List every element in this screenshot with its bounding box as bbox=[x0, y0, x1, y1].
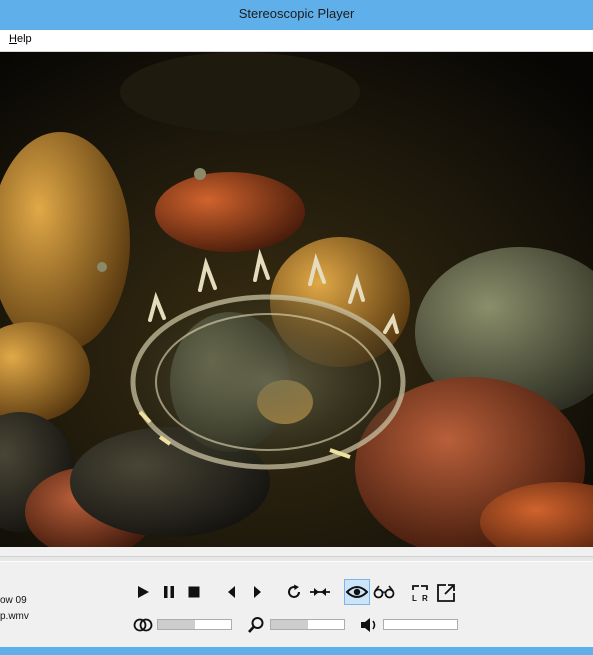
menu-bar: Help bbox=[0, 30, 593, 52]
fullscreen-button[interactable] bbox=[435, 582, 457, 604]
window-bottom-border bbox=[0, 647, 593, 655]
balance-button[interactable] bbox=[132, 616, 154, 634]
menu-help[interactable]: Help bbox=[9, 33, 32, 45]
previous-frame-button[interactable] bbox=[222, 582, 242, 602]
loop-button[interactable] bbox=[283, 582, 305, 602]
glasses-icon bbox=[373, 585, 395, 599]
svg-text:L: L bbox=[412, 594, 417, 603]
previous-frame-icon bbox=[228, 586, 235, 598]
play-button[interactable] bbox=[133, 582, 153, 602]
zoom-button[interactable] bbox=[246, 615, 266, 635]
swap-eyes-icon bbox=[310, 588, 330, 596]
media-file-name: p.wmv bbox=[0, 611, 29, 622]
volume-icon bbox=[361, 618, 376, 632]
left-right-button[interactable]: LR bbox=[409, 582, 431, 604]
volume-slider[interactable] bbox=[383, 619, 458, 630]
swap-eyes-button[interactable] bbox=[308, 582, 332, 602]
left-right-icon: LR bbox=[412, 585, 428, 603]
fullscreen-icon bbox=[437, 584, 455, 602]
window-title: Stereoscopic Player bbox=[238, 6, 355, 21]
glasses-button[interactable] bbox=[372, 582, 396, 602]
stop-icon bbox=[188, 586, 200, 598]
play-icon bbox=[138, 586, 149, 598]
balance-slider-fill bbox=[158, 620, 195, 629]
eye-icon bbox=[346, 586, 368, 598]
balance-icon bbox=[133, 618, 153, 632]
video-frame-image bbox=[0, 52, 593, 547]
menu-help-accelerator: H bbox=[9, 33, 17, 45]
zoom-slider-fill bbox=[271, 620, 308, 629]
next-frame-icon bbox=[254, 586, 261, 598]
seek-bar[interactable] bbox=[0, 556, 593, 562]
menu-help-label: elp bbox=[16, 33, 32, 45]
media-info: ow 09 p.wmv bbox=[0, 593, 29, 625]
loop-icon bbox=[288, 584, 300, 598]
svg-text:R: R bbox=[422, 594, 428, 603]
title-bar: Stereoscopic Player bbox=[0, 0, 593, 31]
zoom-slider[interactable] bbox=[270, 619, 345, 630]
stereo-view-button[interactable] bbox=[344, 579, 370, 605]
next-frame-button[interactable] bbox=[247, 582, 267, 602]
stop-button[interactable] bbox=[184, 582, 204, 602]
media-title: ow 09 bbox=[0, 595, 27, 606]
pause-icon bbox=[164, 586, 174, 598]
balance-slider[interactable] bbox=[157, 619, 232, 630]
pause-button[interactable] bbox=[159, 582, 179, 602]
video-display[interactable] bbox=[0, 52, 593, 547]
volume-button[interactable] bbox=[358, 615, 380, 635]
zoom-icon bbox=[248, 617, 264, 633]
